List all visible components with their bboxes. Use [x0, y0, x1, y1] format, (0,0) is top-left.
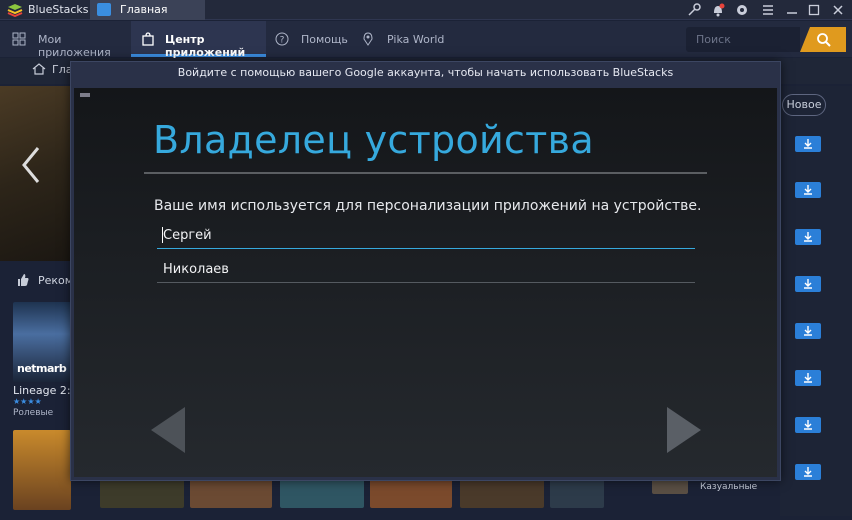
title-divider — [144, 172, 707, 174]
download-button[interactable] — [795, 370, 821, 386]
help-icon: ? — [275, 32, 289, 46]
filter-new-button[interactable]: Новое — [782, 94, 826, 116]
svg-text:?: ? — [280, 36, 285, 46]
nav-help-label: Помощь — [301, 33, 348, 46]
game-tile[interactable] — [100, 478, 184, 508]
home-breadcrumb-icon[interactable] — [32, 62, 46, 76]
game-tile[interactable] — [550, 478, 604, 508]
download-button[interactable] — [795, 276, 821, 292]
tab-home-label: Главная — [120, 3, 168, 16]
next-arrow-icon[interactable] — [664, 405, 704, 455]
thumbs-up-icon — [18, 274, 29, 286]
key-icon[interactable] — [686, 2, 702, 18]
game-tile[interactable] — [190, 478, 272, 508]
game-tile[interactable] — [460, 478, 544, 508]
download-button[interactable] — [795, 136, 821, 152]
game-rating: ★★★★ — [13, 397, 42, 406]
last-name-input[interactable] — [157, 257, 695, 281]
download-icon — [804, 373, 812, 383]
download-button[interactable] — [795, 417, 821, 433]
app-title: BlueStacks — [28, 3, 89, 16]
download-button[interactable] — [795, 464, 821, 480]
download-button[interactable] — [795, 182, 821, 198]
nav-my-apps-label: Мои приложения — [38, 33, 111, 59]
nav-pika-world[interactable]: Pika World — [353, 21, 448, 57]
nav-pika-world-label: Pika World — [387, 33, 445, 46]
record-icon[interactable] — [734, 2, 750, 18]
download-icon — [804, 232, 812, 242]
search-input[interactable] — [696, 31, 792, 48]
carousel-prev-icon[interactable] — [20, 145, 42, 185]
download-icon — [804, 139, 812, 149]
recommended-heading: Реком — [38, 274, 74, 287]
grid-icon — [12, 32, 26, 46]
setup-description: Ваше имя используется для персонализации… — [154, 198, 702, 214]
field-underline — [157, 282, 695, 283]
game-tile-brand: netmarb — [17, 362, 67, 375]
shopping-bag-icon — [142, 32, 154, 46]
search-icon — [817, 33, 831, 47]
first-name-input[interactable] — [157, 223, 695, 247]
nav-apps-center-label: Центр приложений — [165, 33, 246, 59]
back-arrow-icon[interactable] — [148, 405, 188, 455]
download-button[interactable] — [795, 229, 821, 245]
game-tile[interactable] — [370, 478, 452, 508]
bluestacks-logo-icon — [7, 4, 23, 17]
download-icon — [804, 279, 812, 289]
download-icon — [804, 467, 812, 477]
text-cursor — [162, 227, 163, 243]
last-name-field[interactable] — [157, 257, 695, 283]
search-box — [686, 27, 800, 52]
status-bar-icon — [80, 93, 90, 97]
tab-home[interactable]: Главная — [90, 0, 205, 20]
game-genre: Ролевые — [13, 408, 54, 418]
home-icon — [97, 3, 111, 16]
pin-icon — [363, 32, 373, 46]
field-underline — [157, 248, 695, 249]
download-icon — [804, 326, 812, 336]
first-name-field[interactable] — [157, 223, 695, 249]
minimize-icon[interactable] — [784, 2, 800, 18]
page-title: Владелец устройства — [153, 118, 594, 162]
notification-bell-icon[interactable] — [710, 2, 726, 18]
nav-my-apps[interactable]: Мои приложения — [0, 21, 130, 59]
game-tile[interactable] — [280, 478, 364, 508]
app-genre-label: Казуальные — [700, 482, 758, 492]
dialog-header: Войдите с помощью вашего Google аккаунта… — [177, 66, 674, 79]
download-icon — [804, 185, 812, 195]
menu-icon[interactable] — [760, 2, 776, 18]
download-icon — [804, 420, 812, 430]
maximize-icon[interactable] — [806, 2, 822, 18]
game-tile[interactable] — [13, 430, 71, 510]
download-button[interactable] — [795, 323, 821, 339]
close-icon[interactable] — [830, 2, 846, 18]
nav-apps-center[interactable]: Центр приложений — [131, 21, 266, 59]
nav-help[interactable]: ? Помощь — [267, 21, 352, 57]
